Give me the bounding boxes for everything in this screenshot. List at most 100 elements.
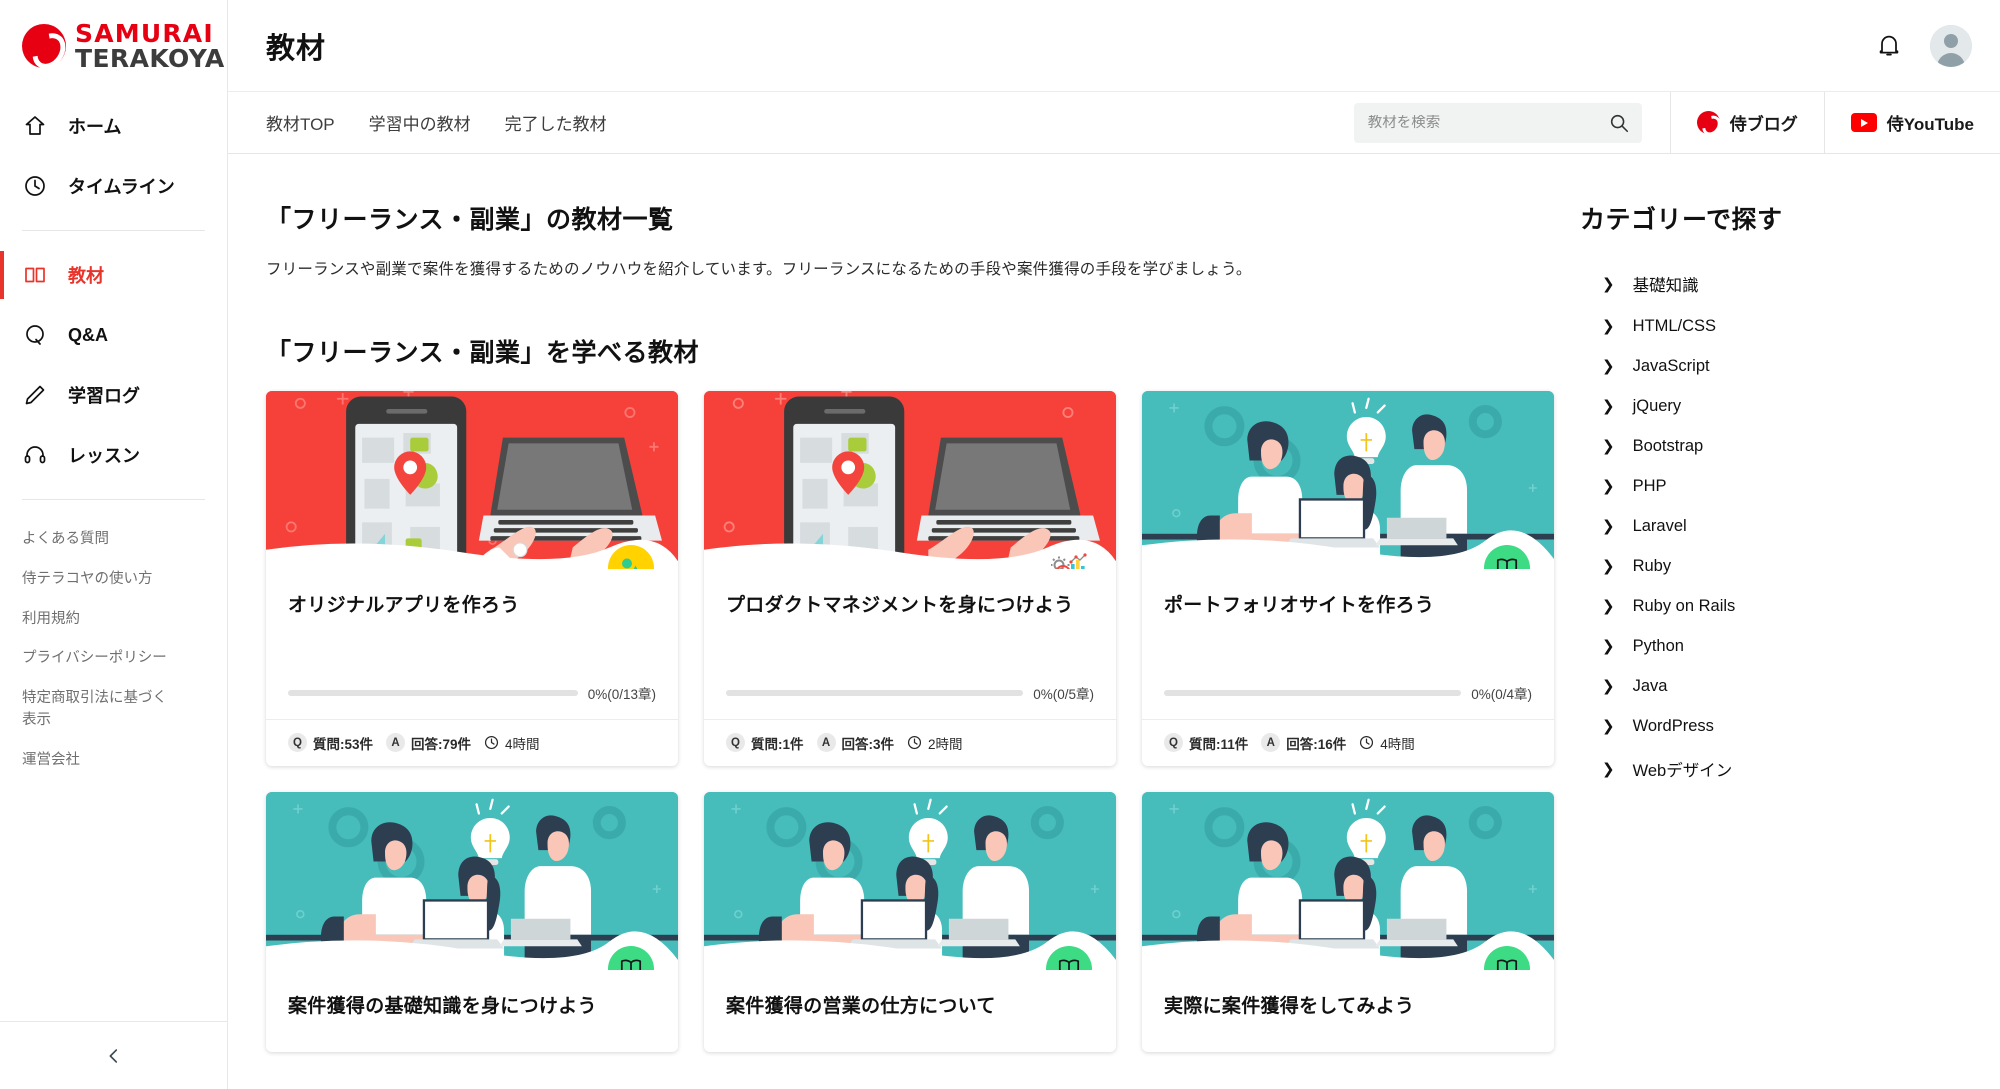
material-card[interactable]: オリジナルアプリを作ろう 0%(0/13章) Q 質問:53件 A 回答:79件… <box>266 390 678 766</box>
card-title: オリジナルアプリを作ろう <box>288 594 520 616</box>
home-icon <box>22 113 48 139</box>
open-book-icon <box>1496 959 1518 970</box>
category-item-javascript[interactable]: ❯ JavaScript <box>1580 347 1980 387</box>
search-box[interactable] <box>1353 102 1642 143</box>
page-header-title: 教材 <box>266 32 327 65</box>
samurai-logo-icon <box>1696 111 1720 134</box>
external-link-samurai-youtube[interactable]: 侍YouTube <box>1823 92 2000 153</box>
category-label: PHP <box>1632 477 1667 495</box>
answer-stat: A 回答:16件 <box>1261 733 1346 753</box>
progress-label: 0%(0/4章) <box>1471 686 1532 702</box>
sidebar-link-commerce-law[interactable]: 特定商取引法に基づく表示 <box>22 679 172 741</box>
card-body: プロダクトマネジメントを身につけよう 0%(0/5章) <box>704 569 1116 703</box>
card-thumbnail <box>1142 791 1554 970</box>
search-icon[interactable] <box>1608 112 1630 134</box>
brand-logo[interactable]: SAMURAI TERAKOYA <box>0 0 227 92</box>
chevron-right-icon: ❯ <box>1602 358 1615 375</box>
brand-wordmark: SAMURAI TERAKOYA <box>75 21 225 71</box>
question-stat: Q 質問:1件 <box>726 733 804 753</box>
category-label: HTML/CSS <box>1632 317 1717 335</box>
tab-in-progress[interactable]: 学習中の教材 <box>369 92 471 153</box>
category-item-java[interactable]: ❯ Java <box>1580 667 1980 707</box>
category-label: Python <box>1632 637 1684 655</box>
category-item-basics[interactable]: ❯ 基礎知識 <box>1580 262 1980 307</box>
card-title: 実際に案件獲得をしてみよう <box>1164 995 1415 1017</box>
chevron-right-icon: ❯ <box>1602 638 1615 655</box>
question-chip-icon: Q <box>726 733 745 753</box>
card-thumbnail <box>704 390 1116 569</box>
sidebar-link-faq[interactable]: よくある質問 <box>22 520 172 560</box>
brand-line-1: SAMURAI <box>75 19 214 48</box>
answer-stat: A 回答:79件 <box>386 733 471 753</box>
tab-materials-top[interactable]: 教材TOP <box>266 92 335 153</box>
card-body: ポートフォリオサイトを作ろう 0%(0/4章) <box>1142 569 1554 703</box>
category-item-laravel[interactable]: ❯ Laravel <box>1580 507 1980 547</box>
sidebar-item-home[interactable]: ホーム <box>0 96 227 156</box>
sidebar-link-privacy[interactable]: プライバシーポリシー <box>22 639 172 679</box>
sidebar-item-label: タイムライン <box>68 177 175 197</box>
material-card[interactable]: 案件獲得の基礎知識を身につけよう <box>266 791 678 1052</box>
sidebar-item-qa[interactable]: Q&A <box>0 305 227 365</box>
category-label: 基礎知識 <box>1632 277 1699 295</box>
progress-bar <box>726 689 1024 696</box>
category-item-jquery[interactable]: ❯ jQuery <box>1580 387 1980 427</box>
card-thumbnail <box>704 791 1116 970</box>
material-card[interactable]: 実際に案件獲得をしてみよう <box>1142 791 1554 1052</box>
category-item-wordpress[interactable]: ❯ WordPress <box>1580 707 1980 747</box>
sidebar-item-lesson[interactable]: レッスン <box>0 425 227 485</box>
sidebar-divider-2 <box>22 499 205 500</box>
tab-completed[interactable]: 完了した教材 <box>505 92 607 153</box>
left-sidebar: SAMURAI TERAKOYA ホーム タイムライン 教材 Q&A 学習ログ … <box>0 0 228 1089</box>
pencil-icon <box>22 382 48 408</box>
team-work-illustration <box>1142 791 1554 970</box>
main-region: 教材 教材TOP 学習中の教材 完了した教材 教材を検索 侍ブログ 侍YouTu… <box>228 0 2000 1089</box>
primary-nav: ホーム タイムライン 教材 Q&A 学習ログ レッスン <box>0 92 227 485</box>
material-card[interactable]: ポートフォリオサイトを作ろう 0%(0/4章) Q 質問:11件 A 回答:16… <box>1142 390 1554 766</box>
category-item-bootstrap[interactable]: ❯ Bootstrap <box>1580 427 1980 467</box>
external-link-samurai-blog[interactable]: 侍ブログ <box>1669 92 1824 153</box>
external-link-label: 侍ブログ <box>1729 115 1798 134</box>
sidebar-secondary-links: よくある質問 侍テラコヤの使い方 利用規約 プライバシーポリシー 特定商取引法に… <box>0 514 227 780</box>
user-avatar-icon[interactable] <box>1930 24 1972 67</box>
category-item-webdesign[interactable]: ❯ Webデザイン <box>1580 747 1980 792</box>
answer-stat: A 回答:3件 <box>816 733 895 753</box>
category-label: WordPress <box>1632 717 1714 735</box>
category-item-python[interactable]: ❯ Python <box>1580 627 1980 667</box>
chevron-right-icon: ❯ <box>1602 558 1615 575</box>
category-label: jQuery <box>1632 397 1682 415</box>
card-body: 案件獲得の営業の仕方について <box>704 970 1116 1052</box>
sidebar-item-studylog[interactable]: 学習ログ <box>0 365 227 425</box>
category-item-ruby-on-rails[interactable]: ❯ Ruby on Rails <box>1580 587 1980 627</box>
material-card[interactable]: 案件獲得の営業の仕方について <box>704 791 1116 1052</box>
sidebar-item-timeline[interactable]: タイムライン <box>0 156 227 216</box>
material-card[interactable]: プロダクトマネジメントを身につけよう 0%(0/5章) Q 質問:1件 A 回答… <box>704 390 1116 766</box>
card-body: 実際に案件獲得をしてみよう <box>1142 970 1554 1052</box>
open-book-icon <box>620 959 642 970</box>
sidebar-item-materials[interactable]: 教材 <box>0 245 227 305</box>
card-title: 案件獲得の基礎知識を身につけよう <box>288 995 597 1017</box>
chevron-right-icon: ❯ <box>1602 598 1615 615</box>
chevron-right-icon: ❯ <box>1602 275 1615 293</box>
category-label: Java <box>1632 677 1668 695</box>
sidebar-link-company[interactable]: 運営会社 <box>22 741 172 781</box>
answer-count: 回答:3件 <box>841 736 895 752</box>
shapes-icon <box>622 558 638 569</box>
clock-icon <box>1359 735 1374 750</box>
category-item-php[interactable]: ❯ PHP <box>1580 467 1980 507</box>
content-inner: 「フリーランス・副業」の教材一覧 フリーランスや副業で案件を獲得するためのノウハ… <box>228 154 2000 1052</box>
bell-icon[interactable] <box>1872 29 1906 63</box>
sidebar-link-terms[interactable]: 利用規約 <box>22 600 172 640</box>
sidebar-collapse-button[interactable] <box>0 1021 227 1089</box>
clock-icon <box>22 173 48 199</box>
chevron-right-icon: ❯ <box>1602 478 1615 495</box>
progress-label: 0%(0/13章) <box>587 686 656 702</box>
category-item-ruby[interactable]: ❯ Ruby <box>1580 547 1980 587</box>
tab-list: 教材TOP 学習中の教材 完了した教材 <box>228 92 607 153</box>
app-root: SAMURAI TERAKOYA ホーム タイムライン 教材 Q&A 学習ログ … <box>0 0 2000 1089</box>
search-input[interactable] <box>1367 114 1608 131</box>
sidebar-link-howto[interactable]: 侍テラコヤの使い方 <box>22 560 172 600</box>
clock-icon <box>484 735 499 750</box>
answer-chip-icon: A <box>1261 733 1281 753</box>
category-item-htmlcss[interactable]: ❯ HTML/CSS <box>1580 307 1980 347</box>
chevron-right-icon: ❯ <box>1602 398 1615 415</box>
